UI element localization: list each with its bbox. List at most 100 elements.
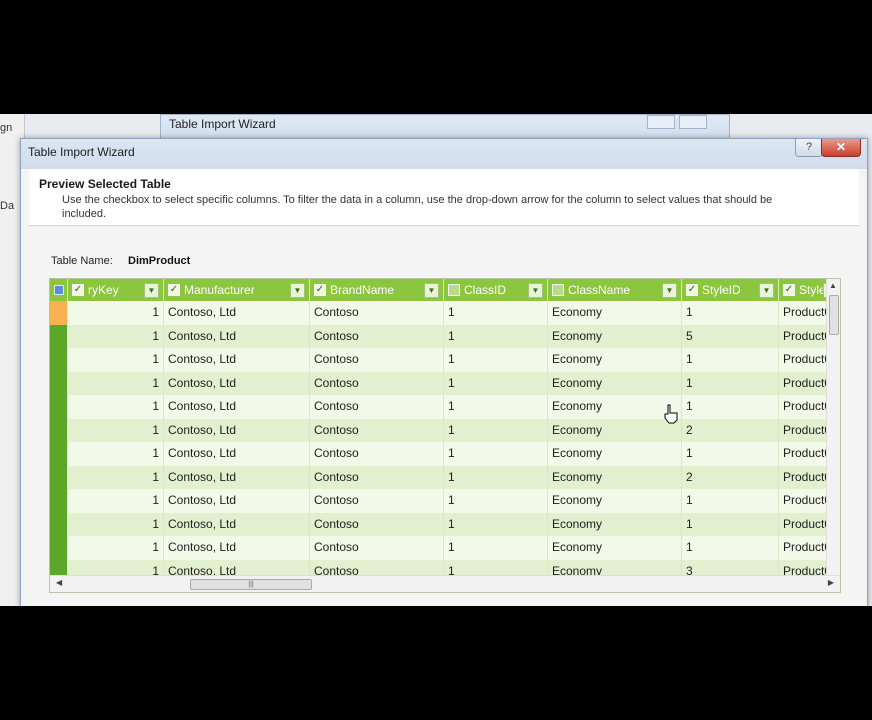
table-cell: Contoso, Ltd: [164, 536, 310, 560]
table-cell: Contoso, Ltd: [164, 512, 310, 536]
column-header[interactable]: ClassName ▼: [548, 279, 682, 301]
table-cell: 1: [444, 465, 548, 489]
horizontal-scrollbar[interactable]: ◀ ||| ▶: [50, 575, 840, 592]
row-selector[interactable]: [50, 348, 68, 372]
filter-dropdown-icon[interactable]: ▼: [290, 283, 305, 298]
table-cell: 1: [682, 442, 779, 466]
column-checkbox[interactable]: [552, 284, 564, 296]
table-cell: Contoso, Ltd: [164, 301, 310, 325]
column-header[interactable]: ✓ StyleID ▼: [682, 279, 779, 301]
table-cell: 1: [682, 512, 779, 536]
table-cell: 1: [682, 348, 779, 372]
filter-dropdown-icon[interactable]: ▼: [144, 283, 159, 298]
row-selector[interactable]: [50, 465, 68, 489]
table-cell: Contoso: [310, 489, 444, 513]
table-cell: Economy: [548, 395, 682, 419]
table-cell: Contoso: [310, 442, 444, 466]
table-cell: Economy: [548, 371, 682, 395]
table-cell: Economy: [548, 324, 682, 348]
filter-dropdown-icon[interactable]: ▼: [424, 283, 439, 298]
screen: gn Da Table Import Wizard Table Import W…: [0, 114, 872, 606]
table-cell: 1: [682, 489, 779, 513]
table-cell: Contoso, Ltd: [164, 442, 310, 466]
row-selector[interactable]: [50, 512, 68, 536]
column-checkbox[interactable]: [448, 284, 460, 296]
column-header-label: ClassName: [568, 283, 631, 297]
table-cell: Economy: [548, 442, 682, 466]
background-text: gn: [0, 122, 13, 134]
table-cell: 1: [68, 512, 164, 536]
table-row: 1 Contoso, Ltd Contoso 1 Economy 1 Product0: [50, 348, 840, 372]
table-row: 1 Contoso, Ltd Contoso 1 Economy 2 Product0: [50, 465, 840, 489]
grid-rows: 1 Contoso, Ltd Contoso 1 Economy 1 Product0 1 Co…: [50, 301, 840, 583]
preview-grid: ✓ ryKey ▼ ✓ Manufacturer ▼ ✓ BrandName ▼ ClassID ▼…: [49, 278, 841, 593]
column-checkbox[interactable]: ✓: [314, 284, 326, 296]
table-cell: Contoso, Ltd: [164, 324, 310, 348]
help-button[interactable]: ?: [795, 139, 823, 157]
table-cell: Contoso: [310, 301, 444, 325]
row-selector[interactable]: [50, 418, 68, 442]
table-cell: 2: [682, 418, 779, 442]
table-cell: Contoso, Ltd: [164, 489, 310, 513]
table-cell: Economy: [548, 348, 682, 372]
row-selector[interactable]: [50, 395, 68, 419]
row-selector[interactable]: [50, 371, 68, 395]
mouse-pointer-icon: [664, 404, 678, 424]
column-checkbox[interactable]: ✓: [686, 284, 698, 296]
column-header-label: BrandName: [330, 283, 395, 297]
table-cell: Contoso: [310, 536, 444, 560]
table-cell: 1: [68, 395, 164, 419]
row-selector[interactable]: [50, 301, 68, 325]
table-cell: Economy: [548, 301, 682, 325]
scroll-right-arrow-icon[interactable]: ▶: [828, 578, 834, 587]
table-cell: 1: [444, 536, 548, 560]
table-cell: Economy: [548, 418, 682, 442]
row-selector[interactable]: [50, 489, 68, 513]
row-selector[interactable]: [50, 324, 68, 348]
scroll-up-arrow-icon[interactable]: ▲: [829, 281, 837, 290]
column-header[interactable]: ClassID ▼: [444, 279, 548, 301]
vertical-scroll-thumb[interactable]: [829, 295, 839, 335]
table-cell: 1: [682, 536, 779, 560]
table-cell: Contoso, Ltd: [164, 465, 310, 489]
horizontal-scroll-thumb[interactable]: |||: [190, 579, 312, 590]
column-header-label: ClassID: [464, 283, 507, 297]
table-cell: Contoso: [310, 465, 444, 489]
table-cell: 2: [682, 465, 779, 489]
row-selector[interactable]: [50, 442, 68, 466]
table-row: 1 Contoso, Ltd Contoso 1 Economy 2 Product0: [50, 418, 840, 442]
table-cell: Contoso: [310, 371, 444, 395]
scroll-left-arrow-icon[interactable]: ◀: [56, 578, 62, 587]
table-cell: Economy: [548, 536, 682, 560]
column-header[interactable]: ✓ BrandName ▼: [310, 279, 444, 301]
close-button[interactable]: ✕: [821, 139, 861, 157]
filter-dropdown-icon[interactable]: ▼: [759, 283, 774, 298]
column-header-label: StyleID: [702, 283, 741, 297]
dialog-title: Table Import Wizard: [28, 145, 135, 159]
column-header[interactable]: ✓ Manufacturer ▼: [164, 279, 310, 301]
background-help-button: [647, 115, 675, 129]
filter-dropdown-icon[interactable]: ▼: [662, 283, 677, 298]
select-all-icon: [54, 285, 64, 295]
table-name-value: DimProduct: [128, 255, 191, 267]
table-row: 1 Contoso, Ltd Contoso 1 Economy 1 Product0: [50, 301, 840, 325]
filter-dropdown-icon[interactable]: ▼: [528, 283, 543, 298]
column-header[interactable]: ✓ ryKey ▼: [68, 279, 164, 301]
background-text: Da: [0, 200, 15, 212]
table-cell: 1: [444, 301, 548, 325]
table-cell: Contoso, Ltd: [164, 371, 310, 395]
table-cell: Contoso, Ltd: [164, 395, 310, 419]
table-cell: Contoso: [310, 418, 444, 442]
table-cell: Contoso, Ltd: [164, 418, 310, 442]
column-checkbox[interactable]: ✓: [72, 284, 84, 296]
table-cell: 1: [444, 324, 548, 348]
column-header-label: ryKey: [88, 283, 119, 297]
vertical-scrollbar[interactable]: ▲: [826, 279, 840, 576]
column-header-label: Manufacturer: [184, 283, 255, 297]
table-cell: Economy: [548, 512, 682, 536]
column-checkbox[interactable]: ✓: [783, 284, 795, 296]
row-selector[interactable]: [50, 536, 68, 560]
select-all-header[interactable]: [50, 279, 68, 301]
column-checkbox[interactable]: ✓: [168, 284, 180, 296]
table-cell: 1: [682, 395, 779, 419]
